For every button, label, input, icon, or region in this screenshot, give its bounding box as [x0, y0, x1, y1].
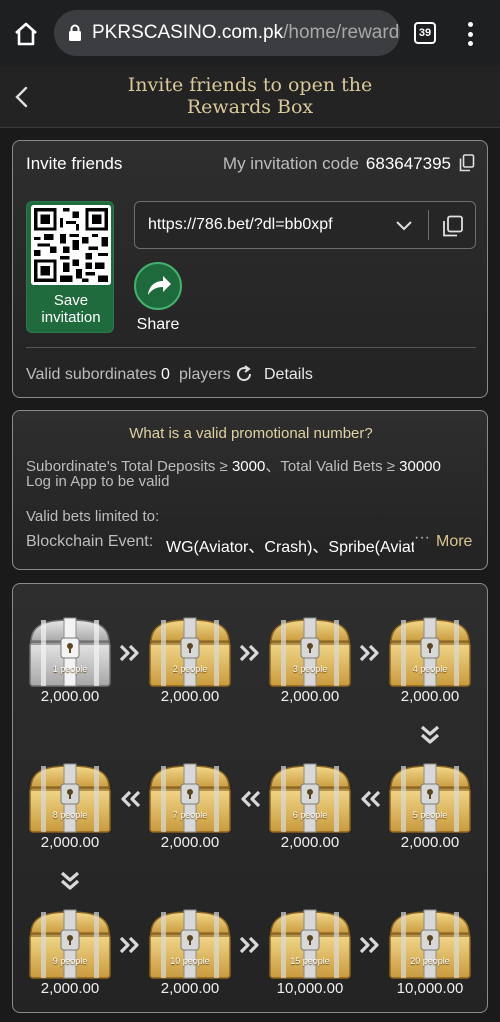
treasure-chest-icon[interactable]	[27, 616, 113, 690]
bets-threshold: 30000	[399, 458, 441, 475]
treasure-chest-icon[interactable]	[387, 762, 473, 836]
double-chevron-right-icon	[359, 644, 379, 662]
invite-link-text: https://786.bet/?dl=bb0xpf	[148, 216, 333, 233]
treasure-chest-icon[interactable]	[387, 616, 473, 690]
double-chevron-down-icon	[60, 872, 80, 890]
chest-reward-amount: 2,000.00	[40, 980, 100, 997]
chest-reward-amount: 2,000.00	[400, 834, 460, 851]
lock-icon	[69, 24, 81, 41]
chest-reward-amount: 2,000.00	[400, 688, 460, 705]
treasure-chest-icon[interactable]	[27, 908, 113, 982]
double-chevron-right-icon	[359, 936, 379, 954]
home-icon[interactable]	[12, 20, 40, 48]
more-menu-icon[interactable]	[462, 20, 478, 48]
divider	[26, 347, 476, 348]
invite-title: Invite friends	[26, 154, 123, 173]
chest-people-label: 20 people	[410, 956, 450, 966]
blockchain-event-games: WG(Aviator、Crash)、Spribe(Aviator、Dice、Mi…	[166, 539, 414, 556]
details-link[interactable]: Details	[264, 366, 313, 384]
chest-reward-amount: 2,000.00	[160, 834, 220, 851]
chest-people-label: 5 people	[412, 810, 448, 820]
copy-link-icon[interactable]	[442, 215, 464, 237]
treasure-chest-icon[interactable]	[387, 908, 473, 982]
address-bar[interactable]: PKRSCASINO.com.pk/home/rewards	[54, 10, 400, 56]
share-label: Share	[136, 316, 180, 333]
ellipsis: ···	[414, 529, 430, 546]
chest-reward-amount: 2,000.00	[280, 834, 340, 851]
double-chevron-left-icon	[241, 790, 261, 808]
chest-people-label: 15 people	[290, 956, 330, 966]
promo-rules-panel: What is a valid promotional number? Subo…	[12, 410, 488, 570]
double-chevron-right-icon	[119, 644, 139, 662]
chest-reward-amount: 2,000.00	[40, 688, 100, 705]
chest-people-label: 4 people	[412, 664, 448, 674]
rewards-box-panel: 1 people 2,000.00 2 people 2,000.00 3 pe…	[12, 583, 488, 1013]
browser-toolbar: PKRSCASINO.com.pk/home/rewards 39	[0, 0, 500, 66]
double-chevron-left-icon	[361, 790, 381, 808]
tab-switcher-button[interactable]: 39	[414, 22, 436, 44]
treasure-chest-icon[interactable]	[147, 762, 233, 836]
chest-reward-amount: 2,000.00	[280, 688, 340, 705]
treasure-chest-icon[interactable]	[267, 908, 353, 982]
back-chevron-icon[interactable]	[12, 84, 32, 110]
chest-reward-amount: 2,000.00	[160, 688, 220, 705]
chest-reward-amount: 2,000.00	[40, 834, 100, 851]
invite-panel: Invite friends My invitation code 683647…	[12, 140, 488, 398]
chest-people-label: 3 people	[292, 664, 328, 674]
treasure-chest-icon[interactable]	[27, 762, 113, 836]
page-header: Invite friends to open the Rewards Box	[0, 66, 500, 128]
chest-people-label: 7 people	[172, 810, 208, 820]
chest-people-label: 1 people	[52, 664, 88, 674]
login-requirement: Log in App to be valid	[26, 473, 170, 490]
chest-reward-amount: 10,000.00	[396, 980, 464, 997]
chest-people-label: 8 people	[52, 810, 88, 820]
copy-code-icon[interactable]	[459, 154, 475, 172]
chest-people-label: 10 people	[170, 956, 210, 966]
treasure-chest-icon[interactable]	[147, 908, 233, 982]
chest-people-label: 6 people	[292, 810, 328, 820]
valid-subordinates-count: 0	[161, 366, 170, 383]
invitation-code-value: 683647395	[365, 154, 451, 173]
url-domain: PKRSCASINO.com.pk	[92, 22, 284, 43]
treasure-chest-icon[interactable]	[267, 616, 353, 690]
bets-label: 、Total Valid Bets ≥	[265, 458, 400, 475]
double-chevron-down-icon	[420, 726, 440, 744]
save-invitation-button[interactable]: Save invitation	[26, 201, 114, 333]
valid-subordinates-unit: players	[179, 366, 231, 383]
page-title: Invite friends to open the Rewards Box	[80, 74, 420, 118]
promo-title: What is a valid promotional number?	[129, 425, 373, 442]
double-chevron-right-icon	[239, 644, 259, 662]
double-chevron-left-icon	[121, 790, 141, 808]
treasure-chest-icon[interactable]	[267, 762, 353, 836]
link-divider	[428, 210, 429, 240]
double-chevron-right-icon	[119, 936, 139, 954]
valid-subordinates-label: Valid subordinates	[26, 366, 157, 383]
double-chevron-right-icon	[239, 936, 259, 954]
qr-code	[31, 205, 111, 285]
chest-reward-amount: 2,000.00	[160, 980, 220, 997]
valid-bets-label: Valid bets limited to:	[26, 508, 160, 525]
tab-count: 39	[418, 27, 432, 39]
invitation-code-label: My invitation code	[222, 154, 359, 173]
chest-reward-amount: 10,000.00	[276, 980, 344, 997]
save-label-line2: invitation	[41, 309, 101, 326]
treasure-chest-icon[interactable]	[147, 616, 233, 690]
deposit-threshold: 3000	[231, 458, 266, 475]
chevron-down-icon[interactable]	[395, 218, 413, 232]
chest-people-label: 2 people	[172, 664, 208, 674]
invite-link-dropdown[interactable]: https://786.bet/?dl=bb0xpf	[134, 201, 476, 249]
more-link[interactable]: More	[436, 533, 472, 551]
url-text: PKRSCASINO.com.pk/home/rewards	[92, 22, 400, 44]
share-button[interactable]	[134, 262, 182, 310]
url-path: /home/rewards	[283, 22, 400, 43]
chest-people-label: 9 people	[52, 956, 88, 966]
share-arrow-icon	[148, 276, 171, 295]
page-title-line1: Invite friends to open the	[127, 74, 373, 96]
page-title-line2: Rewards Box	[186, 96, 314, 118]
save-label-line1: Save	[53, 292, 89, 309]
blockchain-event-label: Blockchain Event:	[26, 533, 154, 550]
save-invitation-label: Save invitation	[27, 292, 113, 326]
refresh-icon[interactable]	[234, 364, 254, 384]
